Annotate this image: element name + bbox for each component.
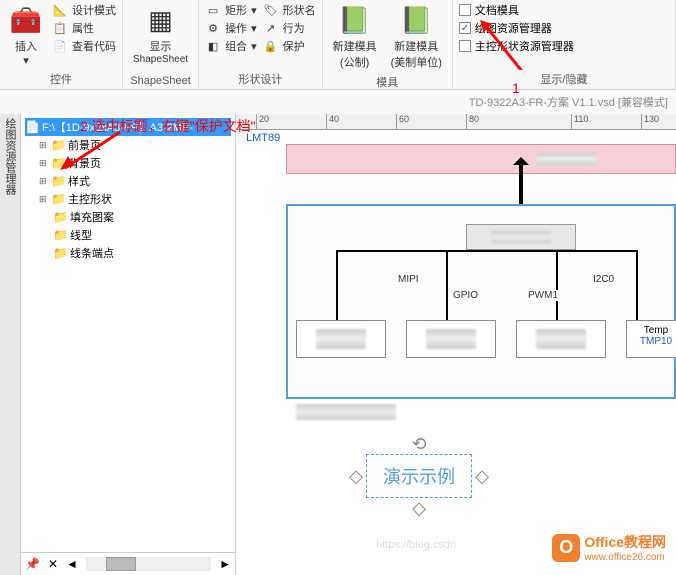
folder-icon: 📁 — [51, 174, 66, 188]
lock-icon: 🔒 — [263, 39, 279, 53]
scroll-right-icon[interactable]: ► — [219, 557, 231, 571]
gpio-label: GPIO — [451, 290, 480, 301]
horizontal-scrollbar[interactable] — [86, 557, 211, 571]
combine-icon: ◧ — [205, 39, 221, 53]
tree-item-line-patterns[interactable]: 📁 线型 — [25, 226, 231, 244]
expand-icon[interactable]: ⊞ — [39, 140, 49, 151]
site-watermark: O Office教程网 www.office26.com — [552, 532, 666, 563]
pin-icon[interactable]: 📌 — [25, 557, 40, 571]
tree-item-line-ends[interactable]: 📁 线条端点 — [25, 244, 231, 262]
ribbon-group-stencil: 📗 新建模具 (公制) 📗 新建模具 (美制单位) 模具 — [323, 0, 453, 89]
mipi-label: MIPI — [396, 274, 421, 285]
manipulate-button[interactable]: ⚙ 操作▾ — [205, 20, 257, 36]
folder-icon: 📁 — [51, 192, 66, 206]
ruler-icon: 📐 — [52, 3, 68, 17]
main-node[interactable] — [466, 224, 576, 250]
tree-item-styles[interactable]: ⊞ 📁 样式 — [25, 172, 231, 190]
i2c-label: I2C0 — [591, 274, 616, 285]
stencil-icon: 📗 — [339, 4, 371, 36]
code-icon: 📄 — [52, 39, 68, 53]
tree-item-fill-patterns[interactable]: 📁 填充图案 — [25, 208, 231, 226]
combine-button[interactable]: ◧ 组合▾ — [205, 38, 257, 54]
ribbon: 🧰 插入 ▾ 📐 设计模式 📋 属性 📄 查看代码 控件 — [0, 0, 676, 90]
handle-icon[interactable]: ◇ — [412, 501, 426, 515]
doc-stencil-checkbox[interactable]: 文档模具 — [459, 2, 574, 18]
sub-node-2[interactable] — [406, 320, 496, 358]
connector — [636, 250, 638, 320]
handle-icon[interactable]: ◇ — [349, 469, 363, 483]
csdn-watermark: https://blog.csdn — [376, 539, 456, 551]
expand-icon[interactable]: ⊞ — [39, 176, 49, 187]
insert-label: 插入 — [15, 38, 37, 54]
pwm-label: PWM1 — [526, 290, 560, 301]
properties-button[interactable]: 📋 属性 — [52, 20, 116, 36]
sub-node-1[interactable] — [296, 320, 386, 358]
gear-icon: ⚙ — [205, 21, 221, 35]
connector — [446, 250, 448, 320]
ribbon-group-shape-design: ▭ 矩形▾ ⚙ 操作▾ ◧ 组合▾ 🏷 形状名 ↗ — [199, 0, 323, 89]
side-panel-title[interactable]: 绘图资源管理器 — [0, 114, 21, 575]
rotate-handle-icon[interactable]: ⟲ — [412, 437, 426, 451]
tree-item-masters[interactable]: ⊞ 📁 主控形状 — [25, 190, 231, 208]
tree-footer: 📌 ✕ ◄ ► — [21, 552, 235, 575]
shape-name-button[interactable]: 🏷 形状名 — [263, 2, 316, 18]
insert-icon: 🧰 — [10, 4, 42, 36]
document-icon: 📄 — [25, 120, 40, 134]
annotation-arrow-1 — [480, 20, 530, 70]
folder-icon: 📁 — [53, 246, 68, 260]
group-label-controls: 控件 — [6, 69, 116, 87]
connector — [556, 250, 558, 320]
behavior-button[interactable]: ↗ 行为 — [263, 20, 316, 36]
display-shapesheet-button[interactable]: ▦ 显示 ShapeSheet — [129, 2, 192, 73]
pink-band — [286, 144, 676, 174]
rectangle-icon: ▭ — [205, 3, 221, 17]
expand-icon[interactable]: ⊞ — [39, 158, 49, 169]
filename-text: TD-9322A3-FR-方案 V1.1.vsd [兼容模式] — [469, 97, 668, 109]
connector — [336, 250, 526, 252]
folder-icon: 📁 — [53, 228, 68, 242]
close-icon[interactable]: ✕ — [48, 557, 58, 571]
watermark-logo-icon: O — [552, 534, 580, 562]
grid-icon: ▦ — [145, 4, 177, 36]
demo-text-box[interactable]: 演示示例 ⟲ ◇ ◇ ◇ — [366, 454, 472, 498]
sub-node-temp[interactable]: Temp TMP10 — [626, 320, 676, 358]
tree-panel: 📄 F:\【1D-9x2xA3-FR】A3-2MP- ⊞ 📁 前景页 ⊞ 📁 背… — [21, 114, 236, 575]
filename-bar: TD-9322A3-FR-方案 V1.1.vsd [兼容模式] — [0, 90, 676, 114]
dropdown-icon: ▾ — [23, 54, 29, 67]
scrollbar-thumb[interactable] — [106, 557, 136, 571]
annotation-1: 1 — [512, 80, 520, 96]
scroll-left-icon[interactable]: ◄ — [66, 557, 78, 571]
connector — [521, 250, 636, 252]
annotation-arrow-2 — [60, 130, 130, 170]
stencil-icon: 📗 — [400, 4, 432, 36]
ribbon-group-shapesheet: ▦ 显示 ShapeSheet ShapeSheet — [123, 0, 199, 89]
insert-button[interactable]: 🧰 插入 ▾ — [6, 2, 46, 69]
view-code-button[interactable]: 📄 查看代码 — [52, 38, 116, 54]
sub-node-3[interactable] — [516, 320, 606, 358]
handle-icon[interactable]: ◇ — [475, 469, 489, 483]
properties-icon: 📋 — [52, 21, 68, 35]
new-stencil-metric-button[interactable]: 📗 新建模具 (公制) — [329, 2, 381, 72]
drawing-canvas[interactable]: 20 40 60 80 110 130 LMT89 MIPI GPIO PWM1… — [236, 114, 676, 575]
ribbon-group-controls: 🧰 插入 ▾ 📐 设计模式 📋 属性 📄 查看代码 控件 — [0, 0, 123, 89]
folder-icon: 📁 — [53, 210, 68, 224]
rectangle-button[interactable]: ▭ 矩形▾ — [205, 2, 257, 18]
behavior-icon: ↗ — [263, 21, 279, 35]
design-mode-button[interactable]: 📐 设计模式 — [52, 2, 116, 18]
new-stencil-us-button[interactable]: 📗 新建模具 (美制单位) — [387, 2, 446, 72]
horizontal-ruler: 20 40 60 80 110 130 — [236, 114, 676, 130]
protect-button[interactable]: 🔒 保护 — [263, 38, 316, 54]
main-area: 绘图资源管理器 📄 F:\【1D-9x2xA3-FR】A3-2MP- ⊞ 📁 前… — [0, 114, 676, 575]
expand-icon[interactable]: ⊞ — [39, 194, 49, 205]
tag-icon: 🏷 — [263, 3, 279, 17]
connector — [336, 250, 338, 320]
